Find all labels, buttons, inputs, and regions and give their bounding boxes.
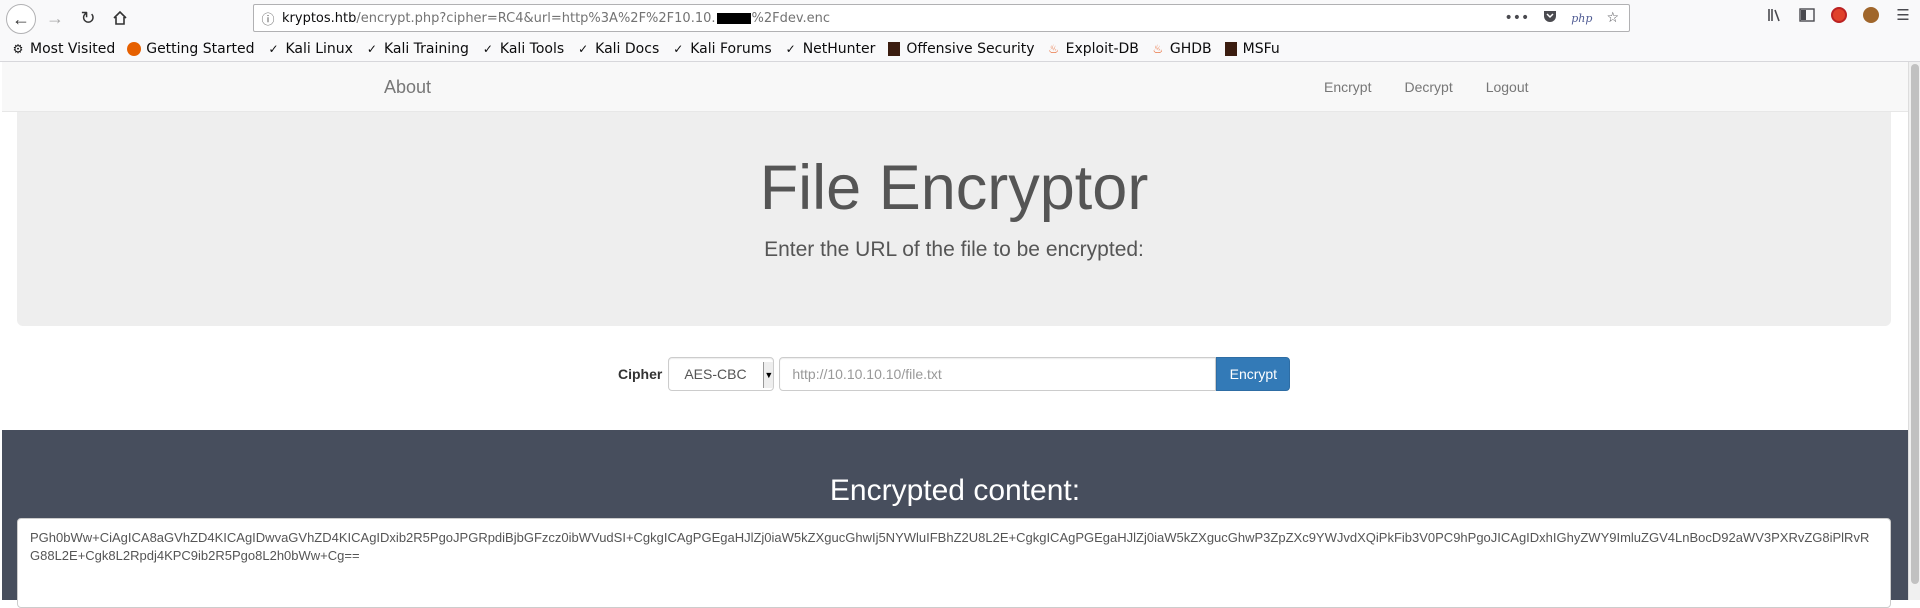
bookmark-ghdb[interactable]: ♨ GHDB <box>1150 41 1212 57</box>
nav-links: Encrypt Decrypt Logout <box>1324 79 1562 95</box>
bookmark-offensive-security[interactable]: Offensive Security <box>886 41 1035 57</box>
page-actions-icon[interactable]: ••• <box>1504 10 1529 26</box>
nav-decrypt-link[interactable]: Decrypt <box>1404 79 1452 95</box>
url-host: kryptos.htb <box>282 10 357 26</box>
bookmark-nethunter[interactable]: ✓ NetHunter <box>783 41 876 57</box>
hero-jumbotron: File Encryptor Enter the URL of the file… <box>17 112 1891 326</box>
file-url-input[interactable]: http://10.10.10.10/file.txt <box>779 357 1217 391</box>
url-bar[interactable]: ⓘ kryptos.htb/encrypt.php?cipher=RC4&url… <box>253 4 1630 32</box>
bookmark-getting-started[interactable]: Getting Started <box>126 41 254 57</box>
result-section: Encrypted content: PGh0bWw+CiAgICA8aGVhZ… <box>2 430 1908 608</box>
encrypted-output-textarea[interactable]: PGh0bWw+CiAgICA8aGVhZD4KICAgIDwvaGVhZD4K… <box>17 518 1891 608</box>
firefox-icon <box>126 41 142 57</box>
library-icon[interactable] <box>1766 6 1784 24</box>
reload-icon[interactable]: ↻ <box>74 4 102 32</box>
bookmark-kali-docs[interactable]: ✓ Kali Docs <box>575 41 659 57</box>
bookmark-msfu[interactable]: MSFu <box>1223 41 1280 57</box>
encrypt-form: Cipher AES-CBC ▼ http://10.10.10.10/file… <box>618 357 1291 391</box>
result-heading: Encrypted content: <box>829 474 1081 507</box>
nav-logout-link[interactable]: Logout <box>1486 79 1529 95</box>
kali-icon: ✓ <box>268 41 279 56</box>
browser-toolbar: ← → ↻ ⓘ kryptos.htb/encrypt.php?cipher=R… <box>0 0 1920 36</box>
hamburger-menu-icon[interactable]: ☰ <box>1894 6 1912 24</box>
bookmark-star-icon[interactable]: ☆ <box>1606 10 1619 26</box>
url-path-suffix: %2Fdev.enc <box>751 10 831 26</box>
page-scrollbar[interactable] <box>1908 62 1920 600</box>
offsec-icon <box>1223 41 1239 57</box>
url-path: /encrypt.php?cipher=RC4&url=http%3A%2F%2… <box>356 10 716 26</box>
cookie-icon[interactable] <box>1862 6 1880 24</box>
page-subtitle: Enter the URL of the file to be encrypte… <box>764 238 1144 261</box>
cipher-label: Cipher <box>618 366 663 382</box>
kali-icon: ✓ <box>366 41 377 56</box>
site-info-icon[interactable]: ⓘ <box>254 9 282 28</box>
nav-encrypt-link[interactable]: Encrypt <box>1324 79 1371 95</box>
kali-icon: ✓ <box>785 41 796 56</box>
pocket-icon[interactable] <box>1543 9 1557 27</box>
bookmark-kali-tools[interactable]: ✓ Kali Tools <box>480 41 564 57</box>
sidebar-icon[interactable] <box>1798 6 1816 24</box>
exploitdb-icon: ♨ <box>1048 41 1059 56</box>
offsec-icon <box>886 41 902 57</box>
cipher-selected-value: AES-CBC <box>684 366 747 382</box>
bookmark-most-visited[interactable]: ⚙ Most Visited <box>10 41 116 57</box>
bookmark-kali-linux[interactable]: ✓ Kali Linux <box>265 41 353 57</box>
php-icon[interactable]: php <box>1571 12 1592 25</box>
page-title: File Encryptor <box>759 153 1149 223</box>
noscript-icon[interactable] <box>1830 6 1848 24</box>
scrollbar-thumb[interactable] <box>1911 64 1919 584</box>
bookmarks-bar: ⚙ Most Visited Getting Started ✓ Kali Linu… <box>0 36 1920 62</box>
encrypt-button[interactable]: Encrypt <box>1216 357 1291 391</box>
file-url-placeholder: http://10.10.10.10/file.txt <box>792 366 942 382</box>
encrypted-content: PGh0bWw+CiAgICA8aGVhZD4KICAgIDwvaGVhZD4K… <box>30 530 1870 563</box>
bookmark-kali-training[interactable]: ✓ Kali Training <box>364 41 469 57</box>
kali-icon: ✓ <box>482 41 493 56</box>
kali-icon: ✓ <box>578 41 589 56</box>
site-navbar: About Encrypt Decrypt Logout <box>2 62 1908 112</box>
forward-arrow-icon[interactable]: → <box>41 4 69 32</box>
bookmark-exploit-db[interactable]: ♨ Exploit-DB <box>1046 41 1139 57</box>
gear-icon: ⚙ <box>12 41 24 56</box>
dropdown-arrow-icon[interactable]: ▼ <box>763 362 774 388</box>
bookmark-kali-forums[interactable]: ✓ Kali Forums <box>670 41 771 57</box>
kali-icon: ✓ <box>673 41 684 56</box>
back-arrow-icon[interactable]: ← <box>6 4 36 34</box>
exploitdb-icon: ♨ <box>1152 41 1164 56</box>
nav-about-link[interactable]: About <box>384 77 431 98</box>
browser-tools: ☰ <box>1766 6 1912 24</box>
url-actions: ••• php ☆ <box>1504 9 1619 27</box>
home-icon[interactable] <box>106 4 134 32</box>
redaction-block <box>716 12 751 24</box>
cipher-select[interactable]: AES-CBC ▼ <box>668 357 775 391</box>
